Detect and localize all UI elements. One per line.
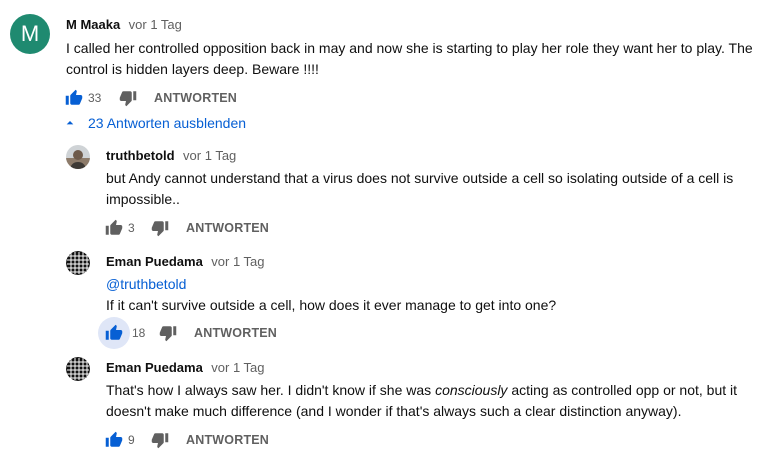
reply-text-line: doesn't make much difference (and I wond… <box>106 403 682 419</box>
like-button[interactable] <box>102 216 126 240</box>
thumbs-up-icon <box>105 324 123 340</box>
reply-text: @truthbetold If it can't survive outside… <box>106 274 556 316</box>
reply-header: Eman Puedama vor 1 Tag <box>106 359 265 377</box>
reply-button[interactable]: ANTWORTEN <box>194 326 277 340</box>
like-count: 3 <box>128 221 135 235</box>
reply-text: but Andy cannot understand that a virus … <box>106 168 733 210</box>
comment-actions: 33 ANTWORTEN <box>62 86 237 110</box>
avatar[interactable]: M <box>10 14 50 54</box>
reply-header: Eman Puedama vor 1 Tag <box>106 253 265 271</box>
like-count: 33 <box>88 91 102 105</box>
like-button[interactable] <box>62 86 86 110</box>
like-count: 9 <box>128 433 135 447</box>
author-name[interactable]: M Maaka <box>66 17 120 32</box>
reply-text-line: If it can't survive outside a cell, how … <box>106 297 557 313</box>
comment-header: M Maaka vor 1 Tag <box>66 16 182 34</box>
avatar[interactable] <box>66 145 90 169</box>
like-count: 18 <box>132 326 146 340</box>
thumbs-down-icon <box>151 221 169 237</box>
reply-text-emphasis: consciously <box>435 382 508 398</box>
author-name[interactable]: Eman Puedama <box>106 360 203 375</box>
reply-header: truthbetold vor 1 Tag <box>106 147 236 165</box>
reply-text-line: but Andy cannot understand that a virus … <box>106 170 734 186</box>
comment-text-line: control is hidden layers deep. Beware !!… <box>66 61 319 77</box>
comment-time[interactable]: vor 1 Tag <box>183 148 236 163</box>
author-name[interactable]: truthbetold <box>106 148 175 163</box>
reply-text-segment: That's how I always saw her. I didn't kn… <box>106 382 436 398</box>
chevron-up-icon <box>66 121 74 125</box>
reply-button[interactable]: ANTWORTEN <box>154 91 237 105</box>
dislike-button[interactable] <box>148 428 172 452</box>
thumbs-up-icon <box>65 89 83 105</box>
reply-button[interactable]: ANTWORTEN <box>186 433 269 447</box>
reply-actions: 18 ANTWORTEN <box>98 317 277 349</box>
like-button[interactable] <box>102 428 126 452</box>
comment-time[interactable]: vor 1 Tag <box>211 254 264 269</box>
thumbs-up-icon <box>105 219 123 235</box>
avatar[interactable] <box>66 357 90 381</box>
grid-avatar-icon <box>66 357 90 381</box>
mention-link[interactable]: @truthbetold <box>106 274 556 295</box>
comment-text: I called her controlled opposition back … <box>66 38 753 80</box>
thumbs-down-icon <box>159 326 177 342</box>
reply-actions: 9 ANTWORTEN <box>102 428 269 452</box>
comment-text-line: I called her controlled opposition back … <box>66 40 753 56</box>
reply-text-segment: acting as controlled opp or not, but it <box>507 382 738 398</box>
thumbs-up-icon <box>105 431 123 447</box>
thumbs-down-icon <box>119 91 137 107</box>
dislike-button[interactable] <box>148 216 172 240</box>
reply-text-line: That's how I always saw her. I didn't kn… <box>106 380 737 401</box>
author-name[interactable]: Eman Puedama <box>106 254 203 269</box>
like-button[interactable] <box>98 317 130 349</box>
reply-text: That's how I always saw her. I didn't kn… <box>106 380 737 422</box>
reply-text-line: impossible.. <box>106 191 180 207</box>
replies-toggle[interactable]: 23 Antworten ausblenden <box>62 115 246 131</box>
reply-actions: 3 ANTWORTEN <box>102 216 269 240</box>
replies-toggle-label[interactable]: 23 Antworten ausblenden <box>88 115 246 131</box>
comment-time[interactable]: vor 1 Tag <box>129 17 182 32</box>
grid-avatar-icon <box>66 251 90 275</box>
reply-button[interactable]: ANTWORTEN <box>186 221 269 235</box>
dislike-button[interactable] <box>156 321 180 345</box>
dislike-button[interactable] <box>116 86 140 110</box>
comment-time[interactable]: vor 1 Tag <box>211 360 264 375</box>
avatar[interactable] <box>66 251 90 275</box>
thumbs-down-icon <box>151 433 169 449</box>
